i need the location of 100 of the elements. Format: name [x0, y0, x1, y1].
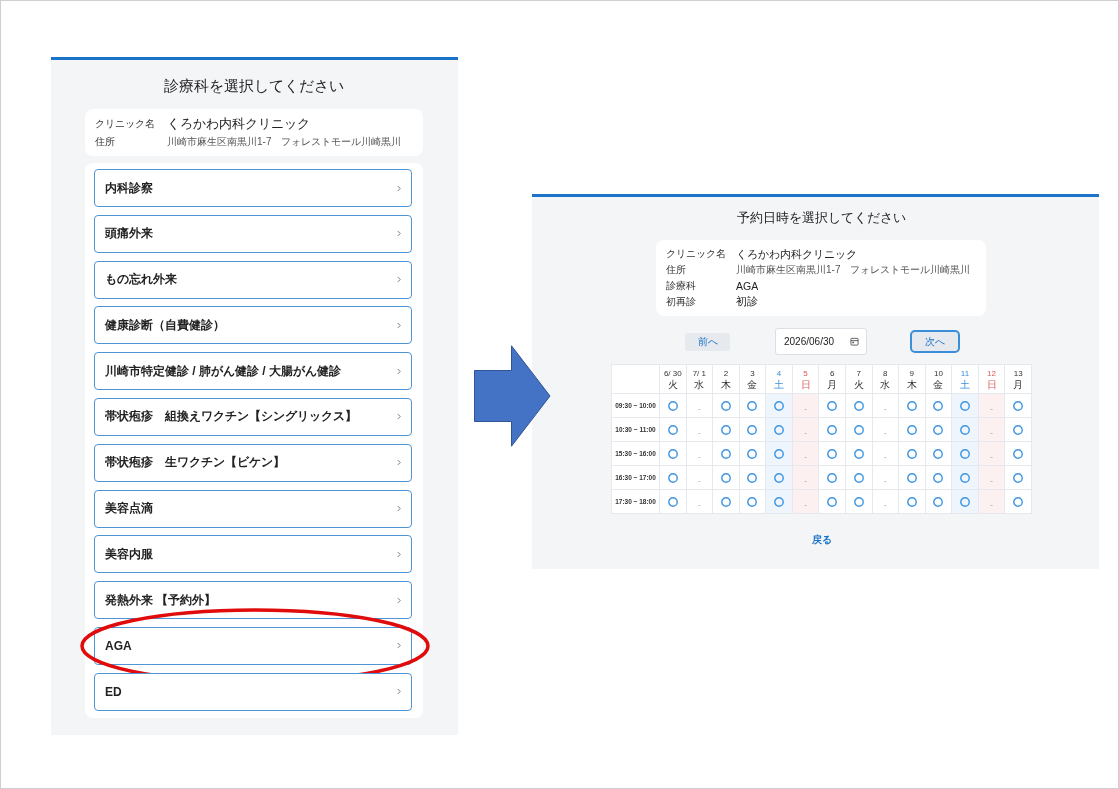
chevron-icon [397, 550, 401, 558]
circle-icon[interactable] [720, 496, 731, 507]
weekday-label: 日 [985, 379, 998, 390]
circle-icon[interactable] [959, 424, 970, 435]
circle-icon[interactable] [827, 496, 838, 507]
circle-icon[interactable] [1013, 496, 1024, 507]
circle-icon[interactable] [667, 472, 678, 483]
department-button[interactable]: 発熱外来 【予約外】 [94, 581, 412, 620]
info-value: くろかわ内科クリニック [736, 246, 857, 262]
circle-icon[interactable] [774, 400, 785, 411]
circle-icon[interactable] [853, 472, 864, 483]
next-button[interactable]: 次へ [910, 330, 960, 353]
circle-icon[interactable] [720, 400, 731, 411]
department-button[interactable]: 美容点滴 [94, 489, 412, 528]
weekday-label: 木 [905, 379, 918, 390]
department-button[interactable]: もの忘れ外来 [94, 260, 412, 299]
department-button[interactable]: 帯状疱疹 生ワクチン【ビケン】 [94, 443, 412, 482]
circle-icon[interactable] [959, 448, 970, 459]
department-button[interactable]: 川崎市特定健診 / 肺がん健診 / 大腸がん健診 [94, 352, 412, 391]
info-value: AGA [736, 280, 759, 292]
circle-icon[interactable] [906, 496, 917, 507]
circle-icon[interactable] [667, 496, 678, 507]
unavailable-text: - [990, 499, 993, 509]
date-label: 5 [802, 368, 809, 379]
circle-icon[interactable] [774, 424, 785, 435]
weekday-label: 水 [879, 379, 892, 390]
circle-icon[interactable] [906, 472, 917, 483]
circle-icon[interactable] [933, 496, 944, 507]
circle-icon[interactable] [933, 448, 944, 459]
weekday-label: 火 [666, 379, 679, 390]
circle-icon[interactable] [1013, 424, 1024, 435]
circle-icon[interactable] [959, 400, 970, 411]
date-label: 2 [722, 368, 730, 379]
circle-icon[interactable] [827, 400, 838, 411]
circle-icon[interactable] [667, 400, 678, 411]
chevron-icon [397, 321, 401, 329]
circle-icon[interactable] [667, 424, 678, 435]
info-label: 診療科 [666, 279, 697, 293]
unavailable-text: - [698, 451, 701, 461]
circle-icon[interactable] [959, 472, 970, 483]
department-button[interactable]: 内科診察 [94, 169, 412, 207]
circle-icon[interactable] [853, 424, 864, 435]
circle-icon[interactable] [933, 400, 944, 411]
circle-icon[interactable] [827, 448, 838, 459]
page-title: 診療科を選択してください [163, 76, 345, 96]
page-title: 予約日時を選択してください [736, 209, 907, 227]
circle-icon[interactable] [720, 424, 731, 435]
circle-icon[interactable] [933, 472, 944, 483]
weekday-label: 火 [852, 379, 865, 390]
chevron-icon [397, 367, 401, 375]
department-button[interactable]: 美容内服 [94, 535, 412, 574]
unavailable-text: - [883, 451, 887, 461]
date-field[interactable]: 2026/06/30 [775, 328, 867, 355]
circle-icon[interactable] [747, 400, 758, 411]
unavailable-text: - [804, 427, 807, 437]
info-value: 川崎市麻生区南黒川1-7 フォレストモール川崎黒川 [736, 263, 971, 277]
unavailable-text: - [990, 403, 993, 413]
circle-icon[interactable] [747, 496, 758, 507]
chevron-icon [397, 505, 401, 513]
circle-icon[interactable] [827, 424, 838, 435]
unavailable-text: - [804, 499, 807, 509]
circle-icon[interactable] [959, 496, 970, 507]
department-button[interactable]: 帯状疱疹 組換えワクチン【シングリックス】 [94, 398, 412, 436]
circle-icon[interactable] [1013, 448, 1024, 459]
unavailable-text: - [883, 427, 887, 437]
department-button[interactable]: ED [94, 672, 412, 711]
circle-icon[interactable] [853, 400, 864, 411]
circle-icon[interactable] [747, 448, 758, 459]
back-link[interactable]: 戻る [811, 534, 832, 546]
circle-icon[interactable] [747, 424, 758, 435]
circle-icon[interactable] [853, 448, 864, 459]
circle-icon[interactable] [906, 400, 917, 411]
unavailable-text: - [804, 475, 807, 485]
circle-icon[interactable] [747, 472, 758, 483]
department-button[interactable]: 頭痛外来 [94, 214, 412, 253]
circle-icon[interactable] [1013, 472, 1024, 483]
weekday-label: 月 [1012, 379, 1025, 390]
department-button[interactable]: 健康診断（自費健診） [94, 306, 412, 345]
circle-icon[interactable] [720, 448, 731, 459]
circle-icon[interactable] [853, 496, 864, 507]
circle-icon[interactable] [774, 448, 785, 459]
circle-icon[interactable] [774, 472, 785, 483]
info-label: 住所 [95, 135, 116, 149]
chevron-icon [397, 642, 401, 650]
previous-button[interactable]: 前へ [685, 332, 730, 351]
circle-icon[interactable] [720, 472, 731, 483]
circle-icon[interactable] [906, 424, 917, 435]
circle-icon[interactable] [667, 448, 678, 459]
circle-icon[interactable] [827, 472, 838, 483]
weekday-label: 土 [958, 379, 971, 390]
chevron-icon [397, 413, 401, 421]
info-label: クリニック名 [95, 117, 156, 131]
date-label: 11 [959, 368, 971, 379]
chevron-icon [397, 459, 401, 467]
circle-icon[interactable] [1013, 400, 1024, 411]
info-label: 住所 [666, 263, 687, 277]
circle-icon[interactable] [774, 496, 785, 507]
department-button[interactable]: AGA [94, 626, 412, 665]
circle-icon[interactable] [933, 424, 944, 435]
circle-icon[interactable] [906, 448, 917, 459]
